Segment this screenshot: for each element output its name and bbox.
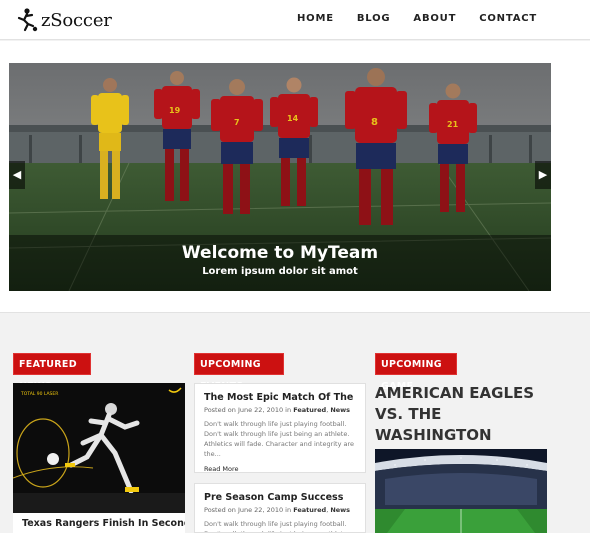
main-nav: HOME BLOG ABOUT CONTACT <box>274 13 537 24</box>
event-title[interactable]: Pre Season Camp Success <box>204 492 356 503</box>
soccer-player-icon <box>17 8 38 32</box>
slider-caption: Welcome to MyTeam Lorem ipsum dolor sit … <box>9 235 551 291</box>
nav-about[interactable]: ABOUT <box>413 13 456 24</box>
featured-news-title[interactable]: Texas Rangers Finish In Second Pl... <box>13 513 185 533</box>
jersey-number: 14 <box>287 114 299 123</box>
featured-image-caption: TOTAL 90 LASER <box>20 391 58 397</box>
site-header: zSoccer HOME BLOG ABOUT CONTACT <box>0 0 590 40</box>
read-more-link[interactable]: Read More <box>204 465 356 472</box>
event-category-link[interactable]: Featured <box>293 506 326 514</box>
chevron-left-icon: ◀ <box>12 168 22 181</box>
event-title[interactable]: The Most Epic Match Of The Season <box>204 392 356 403</box>
nav-blog[interactable]: BLOG <box>357 13 391 24</box>
slider-subtitle: Lorem ipsum dolor sit amot <box>202 266 358 277</box>
upcoming-game-label: UPCOMING GAME <box>375 353 457 392</box>
featured-news-label: FEATURED NEWS <box>13 353 91 392</box>
event-card: Pre Season Camp Success Posted on June 2… <box>194 483 366 533</box>
featured-news-image[interactable]: TOTAL 90 LASER <box>13 383 185 513</box>
jersey-number: 8 <box>371 117 378 128</box>
hero-slider[interactable]: 19 7 14 8 21 ◀ ▶ Welcome to MyTeam Lorem… <box>9 63 551 291</box>
upcoming-events-label: UPCOMING EVENTS <box>194 353 284 392</box>
chevron-right-icon: ▶ <box>538 168 548 181</box>
stadium-image <box>375 449 547 533</box>
jersey-number: 21 <box>447 120 459 129</box>
jersey-number: 7 <box>234 118 240 127</box>
jersey-number: 19 <box>169 106 181 115</box>
event-meta: Posted on June 22, 2010 in Featured, New… <box>204 406 351 414</box>
nav-contact[interactable]: CONTACT <box>479 13 537 24</box>
event-card: The Most Epic Match Of The Season Posted… <box>194 383 366 473</box>
nav-home[interactable]: HOME <box>297 13 334 24</box>
event-category-link[interactable]: News <box>330 506 350 514</box>
slider-prev-button[interactable]: ◀ <box>9 161 25 189</box>
logo[interactable]: zSoccer <box>14 6 112 34</box>
slider-title: Welcome to MyTeam <box>181 243 379 263</box>
event-excerpt: Don't walk through life just playing foo… <box>204 420 355 458</box>
event-category-link[interactable]: News <box>330 406 350 414</box>
event-category-link[interactable]: Featured <box>293 406 326 414</box>
logo-text: zSoccer <box>41 9 112 31</box>
football-kick-photo: TOTAL 90 LASER <box>13 383 185 513</box>
event-meta: Posted on June 22, 2010 in Featured, New… <box>204 506 351 514</box>
slider-next-button[interactable]: ▶ <box>535 161 551 189</box>
hero-section: 19 7 14 8 21 ◀ ▶ Welcome to MyTeam Lorem… <box>0 41 590 313</box>
stadium-photo <box>375 449 547 533</box>
event-excerpt: Don't walk through life just playing foo… <box>204 520 349 532</box>
